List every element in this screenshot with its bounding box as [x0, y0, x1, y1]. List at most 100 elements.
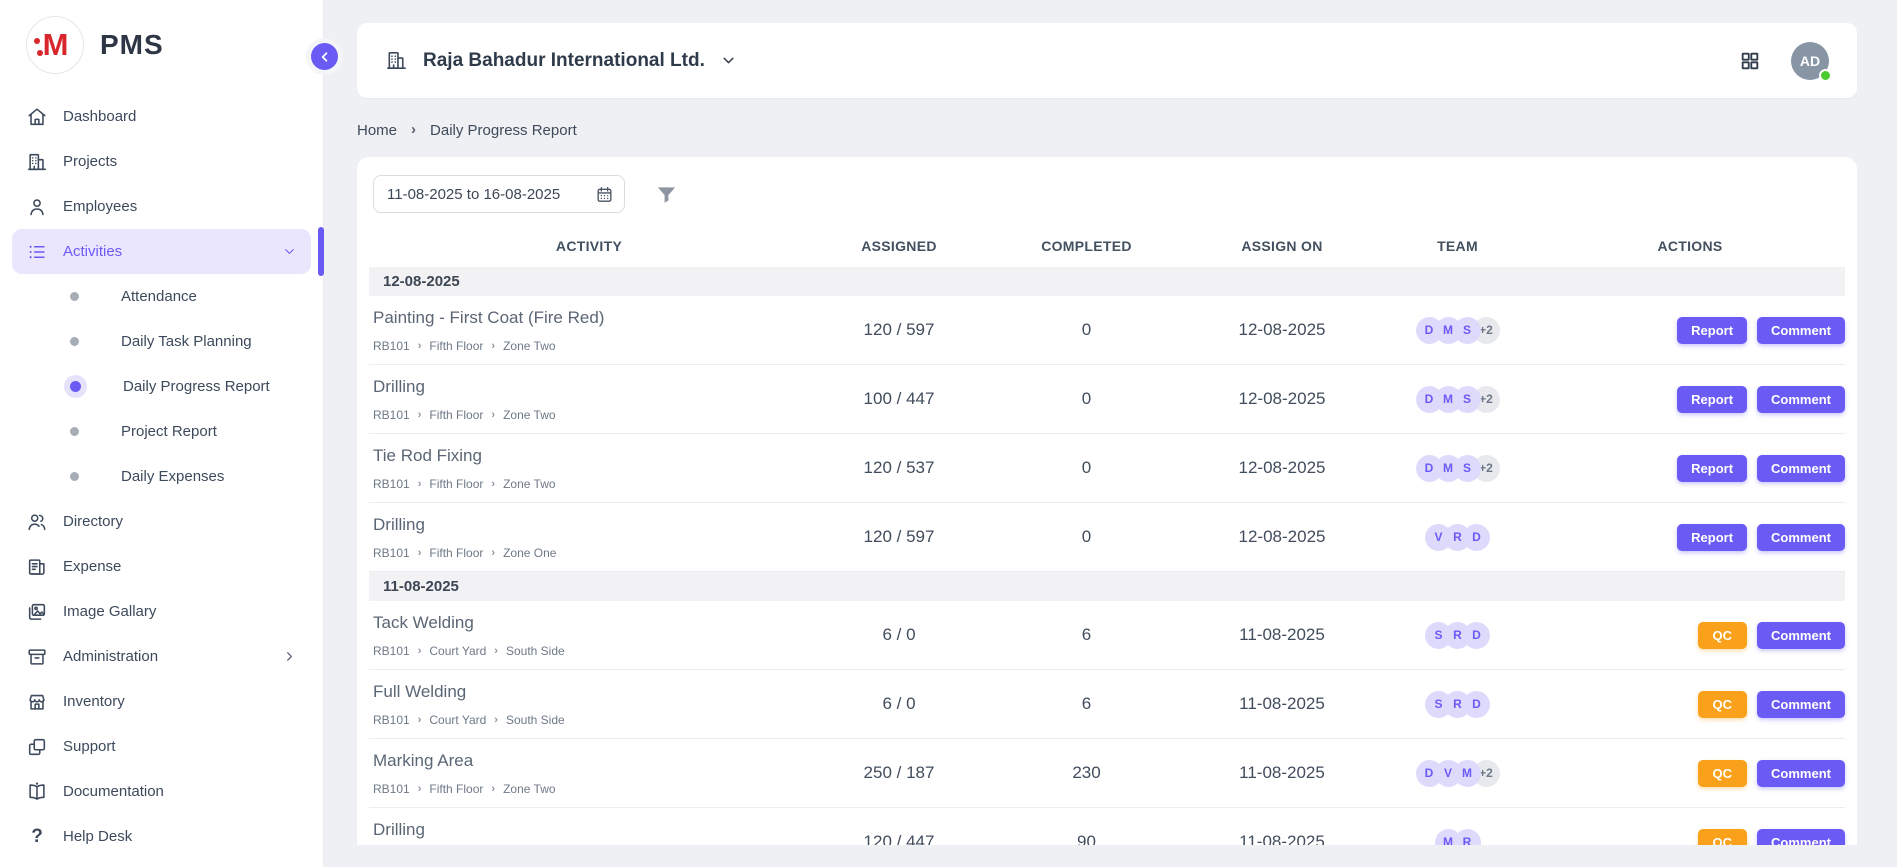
sidebar-subitem-daily-expenses[interactable]: Daily Expenses	[12, 454, 311, 499]
sidebar-subitem-daily-progress-report[interactable]: Daily Progress Report	[12, 364, 311, 409]
home-icon	[26, 106, 48, 128]
activity-title[interactable]: Drilling	[373, 820, 809, 840]
completed-value: 0	[989, 458, 1184, 478]
building-icon	[26, 151, 48, 173]
sidebar-item-dashboard[interactable]: Dashboard	[12, 94, 311, 139]
path-segment: Zone Two	[503, 408, 555, 422]
team-member-avatar[interactable]: D	[1416, 386, 1443, 413]
team-member-avatar[interactable]: V	[1425, 524, 1452, 551]
assign-on-value: 12-08-2025	[1184, 320, 1380, 340]
path-segment: RB101	[373, 408, 410, 422]
progress-report-table: ACTIVITY ASSIGNED COMPLETED ASSIGN ON TE…	[369, 225, 1845, 845]
path-segment: RB101	[373, 477, 410, 491]
sidebar-item-employees[interactable]: Employees	[12, 184, 311, 229]
activity-title[interactable]: Drilling	[373, 377, 809, 397]
activity-title[interactable]: Marking Area	[373, 751, 809, 771]
activity-path: RB101›Fifth Floor›Zone Two	[373, 339, 809, 353]
activity-path: RB101›Fifth Floor›Zone One	[373, 546, 809, 560]
user-menu[interactable]: AD	[1791, 42, 1829, 80]
team-member-avatar[interactable]: M	[1435, 829, 1462, 846]
completed-value: 0	[989, 320, 1184, 340]
sidebar-collapse-button[interactable]	[311, 43, 338, 70]
assigned-value: 120 / 597	[809, 527, 989, 547]
qc-button[interactable]: QC	[1698, 829, 1748, 846]
sidebar-item-administration[interactable]: Administration	[12, 634, 311, 679]
sidebar-item-label: Activities	[63, 243, 122, 260]
col-actions: ACTIONS	[1535, 238, 1845, 254]
team-member-avatar[interactable]: S	[1425, 691, 1452, 718]
company-selector[interactable]: Raja Bahadur International Ltd.	[385, 49, 737, 72]
sidebar-subitem-daily-task-planning[interactable]: Daily Task Planning	[12, 319, 311, 364]
row-actions: QC Comment	[1535, 829, 1845, 846]
row-actions: Report Comment	[1535, 317, 1845, 344]
sidebar-item-expense[interactable]: Expense	[12, 544, 311, 589]
path-segment: Court Yard	[429, 644, 486, 658]
activity-path: RB101›Fifth Floor›Zone Two	[373, 477, 809, 491]
sidebar-subitem-attendance[interactable]: Attendance	[12, 274, 311, 319]
sidebar-subitem-label: Daily Expenses	[121, 468, 224, 485]
table-row: Drilling RB101›Fifth Floor›Zone Two 100 …	[369, 365, 1845, 434]
team-member-avatar[interactable]: S	[1425, 622, 1452, 649]
comment-button[interactable]: Comment	[1757, 691, 1845, 718]
archive-icon	[26, 646, 48, 668]
assign-on-value: 11-08-2025	[1184, 625, 1380, 645]
sidebar-item-projects[interactable]: Projects	[12, 139, 311, 184]
chevron-right-icon: ›	[491, 340, 495, 352]
date-range-input[interactable]: 11-08-2025 to 16-08-2025	[373, 175, 625, 213]
assign-on-value: 11-08-2025	[1184, 763, 1380, 783]
team-member-avatar[interactable]: D	[1416, 760, 1443, 787]
row-actions: QC Comment	[1535, 622, 1845, 649]
brand[interactable]: M PMS	[0, 0, 323, 86]
row-actions: Report Comment	[1535, 524, 1845, 551]
assign-on-value: 11-08-2025	[1184, 832, 1380, 845]
path-segment: Court Yard	[429, 713, 486, 727]
report-button[interactable]: Report	[1677, 524, 1747, 551]
chevron-right-icon: ›	[494, 714, 498, 726]
list-icon	[26, 241, 48, 263]
sidebar: M PMS Dashboard Projects Employees Activ…	[0, 0, 324, 867]
sidebar-item-activities[interactable]: Activities	[12, 229, 311, 274]
sidebar-subitem-project-report[interactable]: Project Report	[12, 409, 311, 454]
comment-button[interactable]: Comment	[1757, 760, 1845, 787]
chevron-right-icon: ›	[418, 340, 422, 352]
comment-button[interactable]: Comment	[1757, 386, 1845, 413]
comment-button[interactable]: Comment	[1757, 829, 1845, 846]
activity-title[interactable]: Drilling	[373, 515, 809, 535]
activity-title[interactable]: Tie Rod Fixing	[373, 446, 809, 466]
comment-button[interactable]: Comment	[1757, 622, 1845, 649]
qc-button[interactable]: QC	[1698, 691, 1748, 718]
team-member-avatar[interactable]: D	[1416, 455, 1443, 482]
comment-button[interactable]: Comment	[1757, 524, 1845, 551]
filter-funnel-icon[interactable]	[655, 183, 678, 206]
path-segment: RB101	[373, 782, 410, 796]
qc-button[interactable]: QC	[1698, 760, 1748, 787]
sidebar-item-support[interactable]: Support	[12, 724, 311, 769]
report-button[interactable]: Report	[1677, 317, 1747, 344]
sidebar-item-inventory[interactable]: Inventory	[12, 679, 311, 724]
brand-logo: M	[26, 16, 84, 74]
report-button[interactable]: Report	[1677, 386, 1747, 413]
report-button[interactable]: Report	[1677, 455, 1747, 482]
comment-button[interactable]: Comment	[1757, 317, 1845, 344]
activity-title[interactable]: Tack Welding	[373, 613, 809, 633]
activity-title[interactable]: Painting - First Coat (Fire Red)	[373, 308, 809, 328]
sidebar-item-documentation[interactable]: Documentation	[12, 769, 311, 814]
row-actions: QC Comment	[1535, 760, 1845, 787]
table-row: Full Welding RB101›Court Yard›South Side…	[369, 670, 1845, 739]
sidebar-item-help-desk[interactable]: ? Help Desk	[12, 814, 311, 859]
question-icon: ?	[26, 826, 48, 848]
qc-button[interactable]: QC	[1698, 622, 1748, 649]
filter-row: 11-08-2025 to 16-08-2025	[369, 175, 1845, 213]
assigned-value: 100 / 447	[809, 389, 989, 409]
sidebar-item-directory[interactable]: Directory	[12, 499, 311, 544]
chevron-right-icon: ›	[491, 478, 495, 490]
team-member-avatar[interactable]: D	[1416, 317, 1443, 344]
sidebar-item-image-gallary[interactable]: Image Gallary	[12, 589, 311, 634]
activity-title[interactable]: Full Welding	[373, 682, 809, 702]
chevron-right-icon	[282, 649, 297, 664]
breadcrumb-home[interactable]: Home	[357, 122, 397, 139]
apps-grid-icon[interactable]	[1739, 50, 1761, 72]
sidebar-item-label: Support	[63, 738, 116, 755]
comment-button[interactable]: Comment	[1757, 455, 1845, 482]
logo-circuit-dot	[37, 50, 43, 56]
